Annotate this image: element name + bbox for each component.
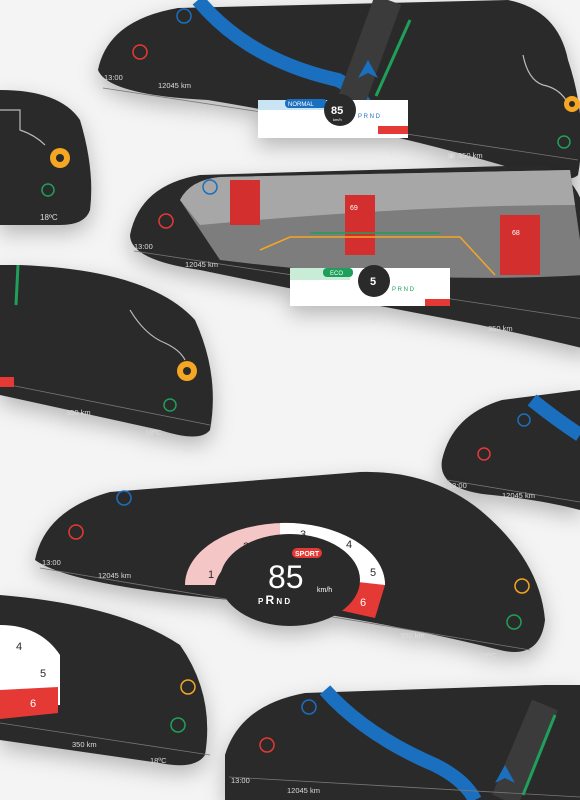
drive-mode-label: NORMAL <box>288 102 314 108</box>
temperature-readout: 18ºC <box>480 651 497 660</box>
gauge-tick-2: 2 <box>243 541 249 553</box>
gear-selector: P R N D <box>358 114 381 120</box>
gauge-tick-4: 4 <box>16 641 22 653</box>
pillar-label: 68 <box>512 230 520 237</box>
cluster-partial-left-top: 18ºC <box>0 90 95 230</box>
time-readout: 13:00 <box>134 242 153 251</box>
speed-value: 5 <box>370 276 376 288</box>
gauge-tick-5: 5 <box>370 567 376 579</box>
gauge-tick-1: 1 <box>208 569 214 581</box>
gauge-tick-4: 4 <box>346 539 352 551</box>
cluster-nav-bottom: 13:00 12045 km <box>215 685 580 800</box>
odometer-readout: 12045 km <box>287 786 320 795</box>
gauge-tick-6: 6 <box>360 597 366 609</box>
odometer-readout: 12045 km <box>158 81 191 90</box>
speed-unit: km/h <box>317 587 332 594</box>
temperature-readout: 18ºC <box>145 428 162 437</box>
temperature-readout: 18ºC <box>40 213 58 222</box>
odometer-readout: 12045 km <box>98 571 131 580</box>
range-readout: 350 km <box>72 740 97 749</box>
cluster-normal-nav: 13:00 12045 km 350 km ▣ 18ºC NORMAL 85 k… <box>88 0 580 190</box>
range-readout: 350 km <box>488 324 513 333</box>
time-readout: 13:00 <box>231 776 250 785</box>
gauge-tick-3: 3 <box>300 529 306 541</box>
gauge-tick-6: 6 <box>30 698 36 710</box>
speed-unit: km/h <box>333 117 342 122</box>
cluster-partial-left-bottom: 4 5 6 350 km 18ºC <box>0 595 215 775</box>
drive-mode-label: ECO <box>330 271 343 277</box>
pillar <box>230 180 260 225</box>
time-readout: 13:00 <box>42 558 61 567</box>
speed-value: 85 <box>268 559 304 595</box>
pillar-label: 69 <box>350 205 358 212</box>
speed-value: 85 <box>331 105 343 117</box>
range-readout: 350 km <box>400 631 425 640</box>
range-readout: 350 km <box>458 151 483 160</box>
drive-mode-label: SPORT <box>295 551 320 558</box>
time-readout: 13:00 <box>104 73 123 82</box>
gear-selector: P R N D <box>392 287 415 293</box>
range-readout: 350 km <box>66 408 91 417</box>
temperature-readout: 18ºC <box>150 756 167 765</box>
gauge-tick-5: 5 <box>40 668 46 680</box>
cluster-partial-left-mid: 350 km 18ºC <box>0 265 220 445</box>
fuel-icon: ▣ <box>448 151 455 160</box>
